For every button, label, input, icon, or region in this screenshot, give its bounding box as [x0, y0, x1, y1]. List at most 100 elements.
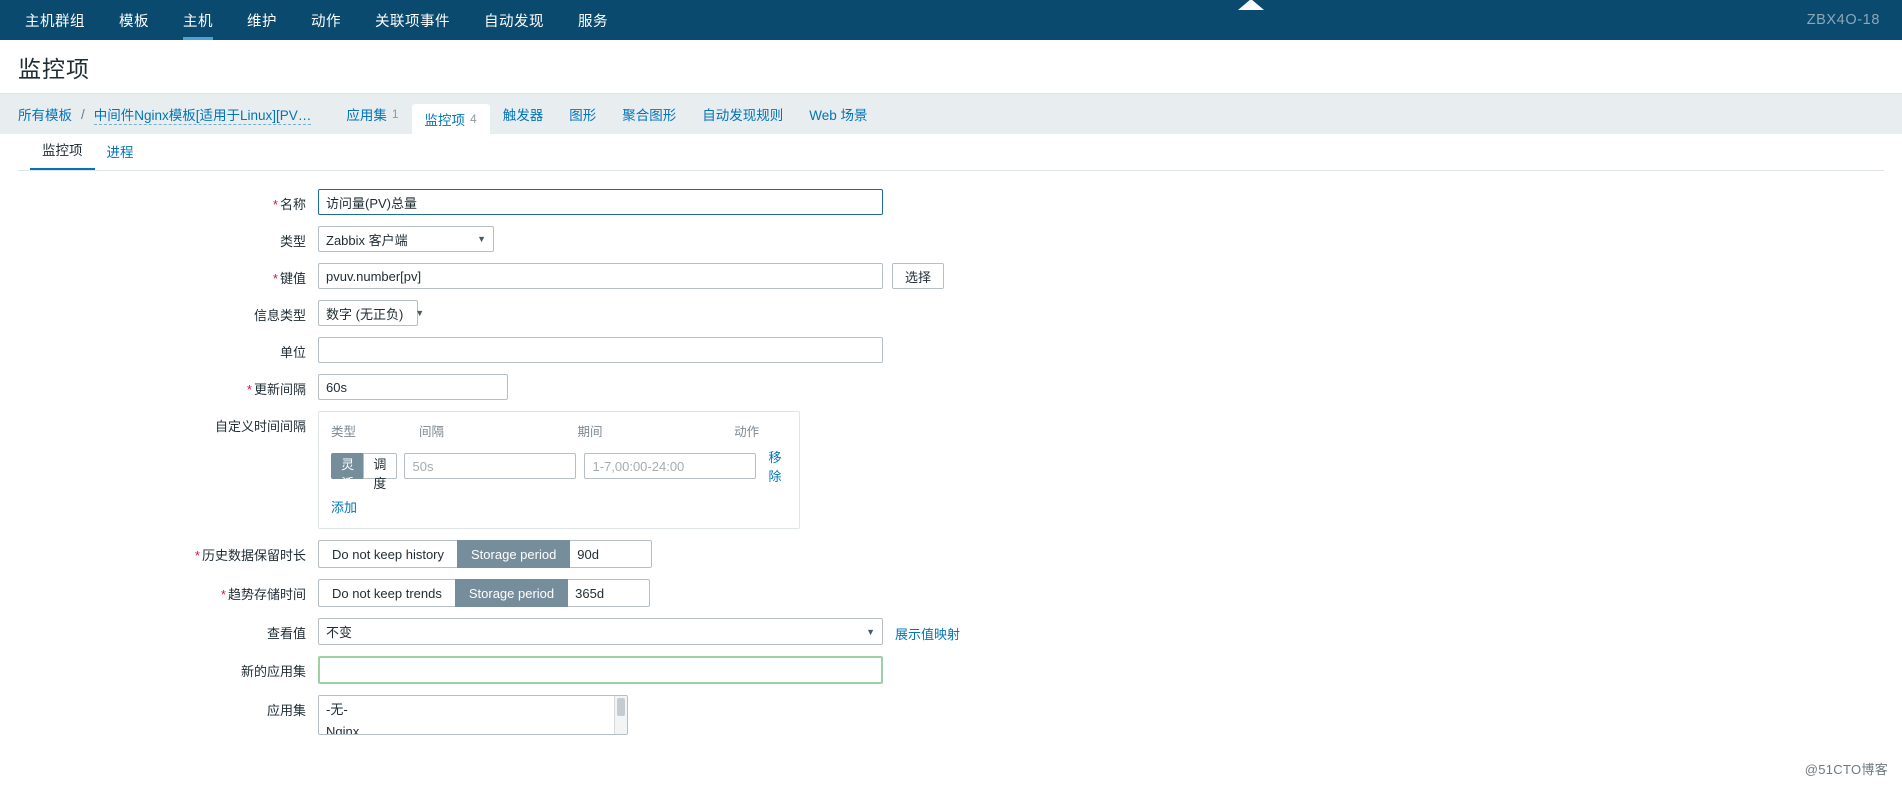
top-navigation-bar: 主机群组 模板 主机 维护 动作 关联项事件 自动发现 服务 ZBX4O-18	[0, 0, 1902, 40]
required-marker: *	[272, 271, 278, 286]
column-header-type: 类型	[331, 425, 357, 439]
nav-item-correlation-events[interactable]: 关联项事件	[358, 0, 467, 40]
applications-option-none[interactable]: -无-	[319, 696, 627, 721]
show-value-mappings-link[interactable]: 展示值映射	[895, 618, 960, 643]
tab-count: 1	[391, 107, 399, 121]
tab-items[interactable]: 监控项 4	[411, 103, 490, 135]
item-form-card: 监控项 进程 *名称 类型 Zabbix 客户端 ▼	[18, 134, 1884, 754]
history-storage-period-button[interactable]: Storage period	[457, 540, 571, 568]
tab-screens[interactable]: 聚合图形	[609, 94, 689, 135]
subtab-label: 进程	[106, 145, 134, 160]
nav-item-host-groups[interactable]: 主机群组	[8, 0, 102, 40]
tab-applications[interactable]: 应用集 1	[333, 94, 411, 135]
value-map-label: 查看值	[266, 626, 306, 641]
applications-scrollbar[interactable]	[614, 696, 627, 734]
custom-interval-period-input[interactable]	[584, 453, 757, 479]
custom-interval-remove-link[interactable]: 移除	[768, 447, 787, 485]
subtab-item[interactable]: 监控项	[30, 139, 95, 170]
custom-intervals-header-row: 类型 间隔 期间 动作	[331, 421, 787, 440]
form-subtabs: 监控项 进程	[18, 134, 1884, 171]
trends-do-not-keep-button[interactable]: Do not keep trends	[318, 579, 455, 607]
tab-label: 应用集	[346, 108, 387, 123]
required-marker: *	[246, 382, 252, 397]
chevron-down-icon: ▼	[477, 234, 486, 244]
key-label: * 键值	[272, 271, 306, 286]
current-user-label[interactable]: ZBX4O-18	[1785, 0, 1902, 40]
trends-storage-period-button[interactable]: Storage period	[454, 579, 569, 607]
nav-item-services[interactable]: 服务	[561, 0, 625, 40]
update-interval-label: * 更新间隔	[246, 382, 306, 397]
breadcrumb-strip: 所有模板 / 中间件Nginx模板[适用于Linux][PV… 应用集 1 监控…	[0, 93, 1902, 135]
form-row-new-application: 新的应用集	[18, 656, 1884, 684]
tab-count: 4	[470, 112, 477, 126]
nav-item-label: 服务	[578, 13, 608, 30]
form-row-name: * 名称	[18, 189, 1884, 215]
tab-triggers[interactable]: 触发器	[490, 94, 557, 135]
nav-item-label: 关联项事件	[375, 13, 450, 30]
interval-type-toggle: 灵活 调度	[331, 453, 397, 491]
applications-scrollbar-thumb[interactable]	[617, 698, 625, 716]
chevron-down-icon: ▼	[415, 308, 425, 318]
nav-item-maintenance[interactable]: 维护	[230, 0, 294, 40]
custom-intervals-label: 自定义时间间隔	[214, 419, 306, 434]
required-marker: *	[272, 197, 278, 212]
name-input[interactable]	[318, 189, 883, 215]
history-storage-period-input[interactable]	[570, 540, 653, 568]
interval-type-flexible-button[interactable]: 灵活	[331, 453, 364, 491]
applications-listbox[interactable]: -无- Nginx	[318, 695, 628, 735]
form-row-type: 类型 Zabbix 客户端 ▼	[18, 226, 1884, 252]
custom-interval-add-link[interactable]: 添加	[331, 500, 357, 515]
tab-label: 聚合图形	[622, 108, 677, 123]
info-type-select[interactable]: 数字 (无正负) ▼	[318, 300, 424, 326]
key-input[interactable]	[318, 263, 883, 289]
nav-item-templates[interactable]: 模板	[102, 0, 166, 40]
nav-active-pointer	[1238, 0, 1264, 10]
nav-item-label: 主机群组	[25, 13, 85, 30]
nav-item-hosts[interactable]: 主机	[166, 0, 230, 40]
update-interval-input[interactable]	[318, 374, 508, 400]
tab-label: 监控项	[424, 113, 466, 128]
breadcrumb-all-templates[interactable]: 所有模板	[18, 104, 72, 124]
nav-item-label: 模板	[119, 13, 149, 30]
interval-type-scheduling-button[interactable]: 调度	[363, 453, 397, 491]
tab-label: 图形	[569, 108, 597, 123]
breadcrumb-separator: /	[81, 106, 85, 122]
trends-mode-toggle: Do not keep trends Storage period	[318, 579, 651, 607]
trends-label: * 趋势存储时间	[220, 587, 306, 602]
new-application-label: 新的应用集	[240, 664, 306, 679]
subtab-preprocessing[interactable]: 进程	[95, 141, 146, 170]
chevron-down-icon: ▼	[866, 626, 875, 637]
form-row-custom-intervals: 自定义时间间隔 类型 间隔 期间 动作 灵活 调度 50s 1-7,00:00-…	[18, 411, 1884, 529]
name-label: * 名称	[272, 197, 306, 212]
column-header-action: 动作	[734, 425, 760, 439]
custom-interval-row: 灵活 调度 移除	[331, 447, 787, 491]
applications-option-nginx[interactable]: Nginx	[319, 721, 627, 734]
trends-storage-period-input[interactable]	[568, 579, 651, 607]
custom-interval-add-wrap: 添加	[331, 497, 787, 516]
nav-item-discovery[interactable]: 自动发现	[467, 0, 561, 40]
column-header-interval: 间隔	[419, 425, 445, 439]
nav-item-label: 动作	[311, 13, 341, 30]
new-application-input[interactable]	[318, 656, 883, 684]
required-marker: *	[194, 548, 200, 563]
form-row-value-map: 查看值 不变 ▼ 展示值映射	[18, 618, 1884, 645]
tab-label: 自动发现规则	[702, 108, 784, 123]
key-select-button[interactable]: 选择	[892, 263, 945, 289]
info-type-label: 信息类型	[253, 308, 306, 323]
history-do-not-keep-button[interactable]: Do not keep history	[318, 540, 458, 568]
type-select[interactable]: Zabbix 客户端 ▼	[318, 226, 494, 252]
nav-item-actions[interactable]: 动作	[294, 0, 358, 40]
tab-web-scenarios[interactable]: Web 场景	[796, 94, 880, 135]
tab-discovery-rules[interactable]: 自动发现规则	[689, 94, 796, 135]
tab-label: 触发器	[502, 108, 544, 123]
custom-interval-delay-input[interactable]	[404, 453, 577, 479]
value-map-select[interactable]: 不变 ▼	[318, 618, 883, 645]
page-header: 监控项	[0, 40, 1902, 93]
breadcrumb-current-template[interactable]: 中间件Nginx模板[适用于Linux][PV…	[93, 104, 312, 125]
form-row-history: * 历史数据保留时长 Do not keep history Storage pe…	[18, 540, 1884, 568]
units-input[interactable]	[318, 337, 883, 363]
tab-graphs[interactable]: 图形	[556, 94, 609, 135]
item-form: *名称 类型 Zabbix 客户端 ▼ *键值 选择	[18, 171, 1884, 735]
nav-item-label: 自动发现	[484, 13, 544, 30]
nav-item-label: 主机	[183, 13, 213, 30]
